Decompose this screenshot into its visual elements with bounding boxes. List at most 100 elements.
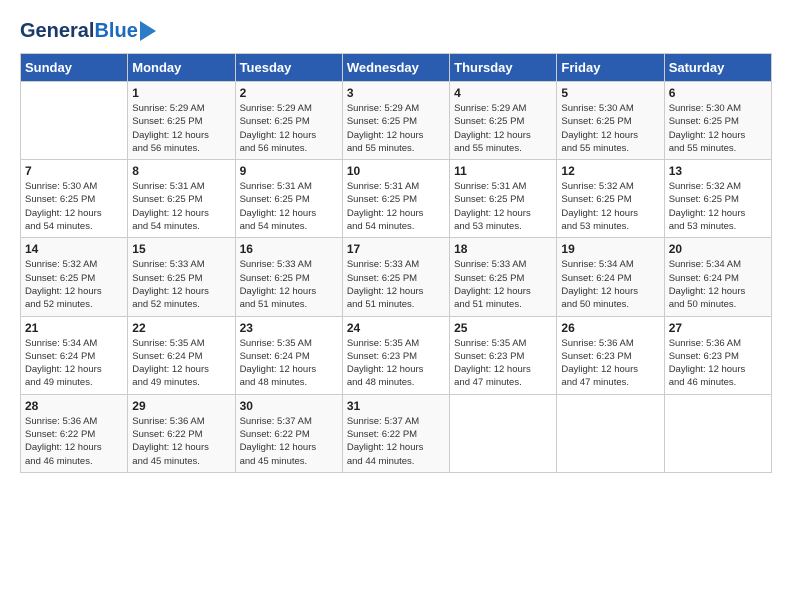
- day-number: 20: [669, 242, 767, 256]
- day-info: Sunrise: 5:37 AMSunset: 6:22 PMDaylight:…: [347, 415, 445, 468]
- day-cell: 29 Sunrise: 5:36 AMSunset: 6:22 PMDayligh…: [128, 394, 235, 472]
- day-cell: 21 Sunrise: 5:34 AMSunset: 6:24 PMDayligh…: [21, 316, 128, 394]
- day-cell: 25Sunrise: 5:35 AMSunset: 6:23 PMDayligh…: [450, 316, 557, 394]
- week-row-4: 21 Sunrise: 5:34 AMSunset: 6:24 PMDayligh…: [21, 316, 772, 394]
- day-info: Sunrise: 5:36 AMSunset: 6:23 PMDaylight:…: [561, 337, 659, 390]
- day-number: 22: [132, 321, 230, 335]
- day-cell: 14 Sunrise: 5:32 AMSunset: 6:25 PMDayligh…: [21, 238, 128, 316]
- col-header-thursday: Thursday: [450, 54, 557, 82]
- day-info: Sunrise: 5:31 AMSunset: 6:25 PMDaylight:…: [132, 180, 230, 233]
- day-cell: 22Sunrise: 5:35 AMSunset: 6:24 PMDayligh…: [128, 316, 235, 394]
- day-cell: 15Sunrise: 5:33 AMSunset: 6:25 PMDayligh…: [128, 238, 235, 316]
- day-cell: 10 Sunrise: 5:31 AMSunset: 6:25 PMDayligh…: [342, 160, 449, 238]
- day-cell: 28 Sunrise: 5:36 AMSunset: 6:22 PMDayligh…: [21, 394, 128, 472]
- day-number: 21: [25, 321, 123, 335]
- day-info: Sunrise: 5:32 AMSunset: 6:25 PMDaylight:…: [669, 180, 767, 233]
- day-number: 4: [454, 86, 552, 100]
- day-info: Sunrise: 5:30 AMSunset: 6:25 PMDaylight:…: [25, 180, 123, 233]
- day-number: 30: [240, 399, 338, 413]
- day-info: Sunrise: 5:31 AMSunset: 6:25 PMDaylight:…: [347, 180, 445, 233]
- day-cell: 5 Sunrise: 5:30 AMSunset: 6:25 PMDaylight…: [557, 82, 664, 160]
- day-number: 27: [669, 321, 767, 335]
- day-info: Sunrise: 5:29 AMSunset: 6:25 PMDaylight:…: [132, 102, 230, 155]
- day-info: Sunrise: 5:33 AMSunset: 6:25 PMDaylight:…: [454, 258, 552, 311]
- day-cell: 1 Sunrise: 5:29 AMSunset: 6:25 PMDaylight…: [128, 82, 235, 160]
- day-number: 16: [240, 242, 338, 256]
- day-cell: 6 Sunrise: 5:30 AMSunset: 6:25 PMDaylight…: [664, 82, 771, 160]
- day-cell: 2Sunrise: 5:29 AMSunset: 6:25 PMDaylight…: [235, 82, 342, 160]
- day-number: 10: [347, 164, 445, 178]
- day-cell: [557, 394, 664, 472]
- day-number: 28: [25, 399, 123, 413]
- day-info: Sunrise: 5:32 AMSunset: 6:25 PMDaylight:…: [25, 258, 123, 311]
- page-header: General Blue: [20, 20, 772, 43]
- day-number: 26: [561, 321, 659, 335]
- day-number: 6: [669, 86, 767, 100]
- day-cell: 26 Sunrise: 5:36 AMSunset: 6:23 PMDayligh…: [557, 316, 664, 394]
- day-info: Sunrise: 5:30 AMSunset: 6:25 PMDaylight:…: [669, 102, 767, 155]
- day-cell: 27 Sunrise: 5:36 AMSunset: 6:23 PMDayligh…: [664, 316, 771, 394]
- day-info: Sunrise: 5:34 AMSunset: 6:24 PMDaylight:…: [669, 258, 767, 311]
- logo-blue: Blue: [94, 20, 137, 43]
- col-header-friday: Friday: [557, 54, 664, 82]
- day-cell: 18Sunrise: 5:33 AMSunset: 6:25 PMDayligh…: [450, 238, 557, 316]
- day-cell: 19 Sunrise: 5:34 AMSunset: 6:24 PMDayligh…: [557, 238, 664, 316]
- day-cell: 12 Sunrise: 5:32 AMSunset: 6:25 PMDayligh…: [557, 160, 664, 238]
- day-info: Sunrise: 5:33 AMSunset: 6:25 PMDaylight:…: [347, 258, 445, 311]
- logo-arrow-icon: [140, 21, 156, 41]
- day-info: Sunrise: 5:29 AMSunset: 6:25 PMDaylight:…: [347, 102, 445, 155]
- logo-general: General: [20, 20, 94, 43]
- day-info: Sunrise: 5:35 AMSunset: 6:24 PMDaylight:…: [240, 337, 338, 390]
- day-cell: 20 Sunrise: 5:34 AMSunset: 6:24 PMDayligh…: [664, 238, 771, 316]
- day-number: 7: [25, 164, 123, 178]
- day-info: Sunrise: 5:29 AMSunset: 6:25 PMDaylight:…: [240, 102, 338, 155]
- day-cell: 4 Sunrise: 5:29 AMSunset: 6:25 PMDaylight…: [450, 82, 557, 160]
- day-cell: 31Sunrise: 5:37 AMSunset: 6:22 PMDayligh…: [342, 394, 449, 472]
- day-info: Sunrise: 5:33 AMSunset: 6:25 PMDaylight:…: [240, 258, 338, 311]
- logo: General Blue: [20, 20, 156, 43]
- day-number: 29: [132, 399, 230, 413]
- day-info: Sunrise: 5:31 AMSunset: 6:25 PMDaylight:…: [240, 180, 338, 233]
- day-info: Sunrise: 5:34 AMSunset: 6:24 PMDaylight:…: [25, 337, 123, 390]
- day-info: Sunrise: 5:29 AMSunset: 6:25 PMDaylight:…: [454, 102, 552, 155]
- day-number: 15: [132, 242, 230, 256]
- day-info: Sunrise: 5:36 AMSunset: 6:22 PMDaylight:…: [25, 415, 123, 468]
- week-row-5: 28 Sunrise: 5:36 AMSunset: 6:22 PMDayligh…: [21, 394, 772, 472]
- day-cell: 8 Sunrise: 5:31 AMSunset: 6:25 PMDaylight…: [128, 160, 235, 238]
- day-number: 9: [240, 164, 338, 178]
- day-number: 19: [561, 242, 659, 256]
- day-number: 3: [347, 86, 445, 100]
- day-cell: 24 Sunrise: 5:35 AMSunset: 6:23 PMDayligh…: [342, 316, 449, 394]
- day-number: 12: [561, 164, 659, 178]
- day-info: Sunrise: 5:31 AMSunset: 6:25 PMDaylight:…: [454, 180, 552, 233]
- day-info: Sunrise: 5:36 AMSunset: 6:22 PMDaylight:…: [132, 415, 230, 468]
- week-row-3: 14 Sunrise: 5:32 AMSunset: 6:25 PMDayligh…: [21, 238, 772, 316]
- day-number: 5: [561, 86, 659, 100]
- day-number: 24: [347, 321, 445, 335]
- day-info: Sunrise: 5:30 AMSunset: 6:25 PMDaylight:…: [561, 102, 659, 155]
- day-cell: 23 Sunrise: 5:35 AMSunset: 6:24 PMDayligh…: [235, 316, 342, 394]
- day-number: 13: [669, 164, 767, 178]
- header-row: SundayMondayTuesdayWednesdayThursdayFrid…: [21, 54, 772, 82]
- day-cell: [450, 394, 557, 472]
- col-header-saturday: Saturday: [664, 54, 771, 82]
- day-number: 23: [240, 321, 338, 335]
- day-info: Sunrise: 5:35 AMSunset: 6:23 PMDaylight:…: [347, 337, 445, 390]
- col-header-sunday: Sunday: [21, 54, 128, 82]
- day-number: 17: [347, 242, 445, 256]
- day-cell: 11Sunrise: 5:31 AMSunset: 6:25 PMDayligh…: [450, 160, 557, 238]
- day-info: Sunrise: 5:37 AMSunset: 6:22 PMDaylight:…: [240, 415, 338, 468]
- day-cell: 17 Sunrise: 5:33 AMSunset: 6:25 PMDayligh…: [342, 238, 449, 316]
- day-number: 1: [132, 86, 230, 100]
- day-info: Sunrise: 5:35 AMSunset: 6:23 PMDaylight:…: [454, 337, 552, 390]
- day-cell: [664, 394, 771, 472]
- day-info: Sunrise: 5:36 AMSunset: 6:23 PMDaylight:…: [669, 337, 767, 390]
- col-header-wednesday: Wednesday: [342, 54, 449, 82]
- day-number: 8: [132, 164, 230, 178]
- day-info: Sunrise: 5:34 AMSunset: 6:24 PMDaylight:…: [561, 258, 659, 311]
- day-number: 14: [25, 242, 123, 256]
- calendar-table: SundayMondayTuesdayWednesdayThursdayFrid…: [20, 53, 772, 473]
- day-cell: 16 Sunrise: 5:33 AMSunset: 6:25 PMDayligh…: [235, 238, 342, 316]
- day-cell: 13 Sunrise: 5:32 AMSunset: 6:25 PMDayligh…: [664, 160, 771, 238]
- day-info: Sunrise: 5:32 AMSunset: 6:25 PMDaylight:…: [561, 180, 659, 233]
